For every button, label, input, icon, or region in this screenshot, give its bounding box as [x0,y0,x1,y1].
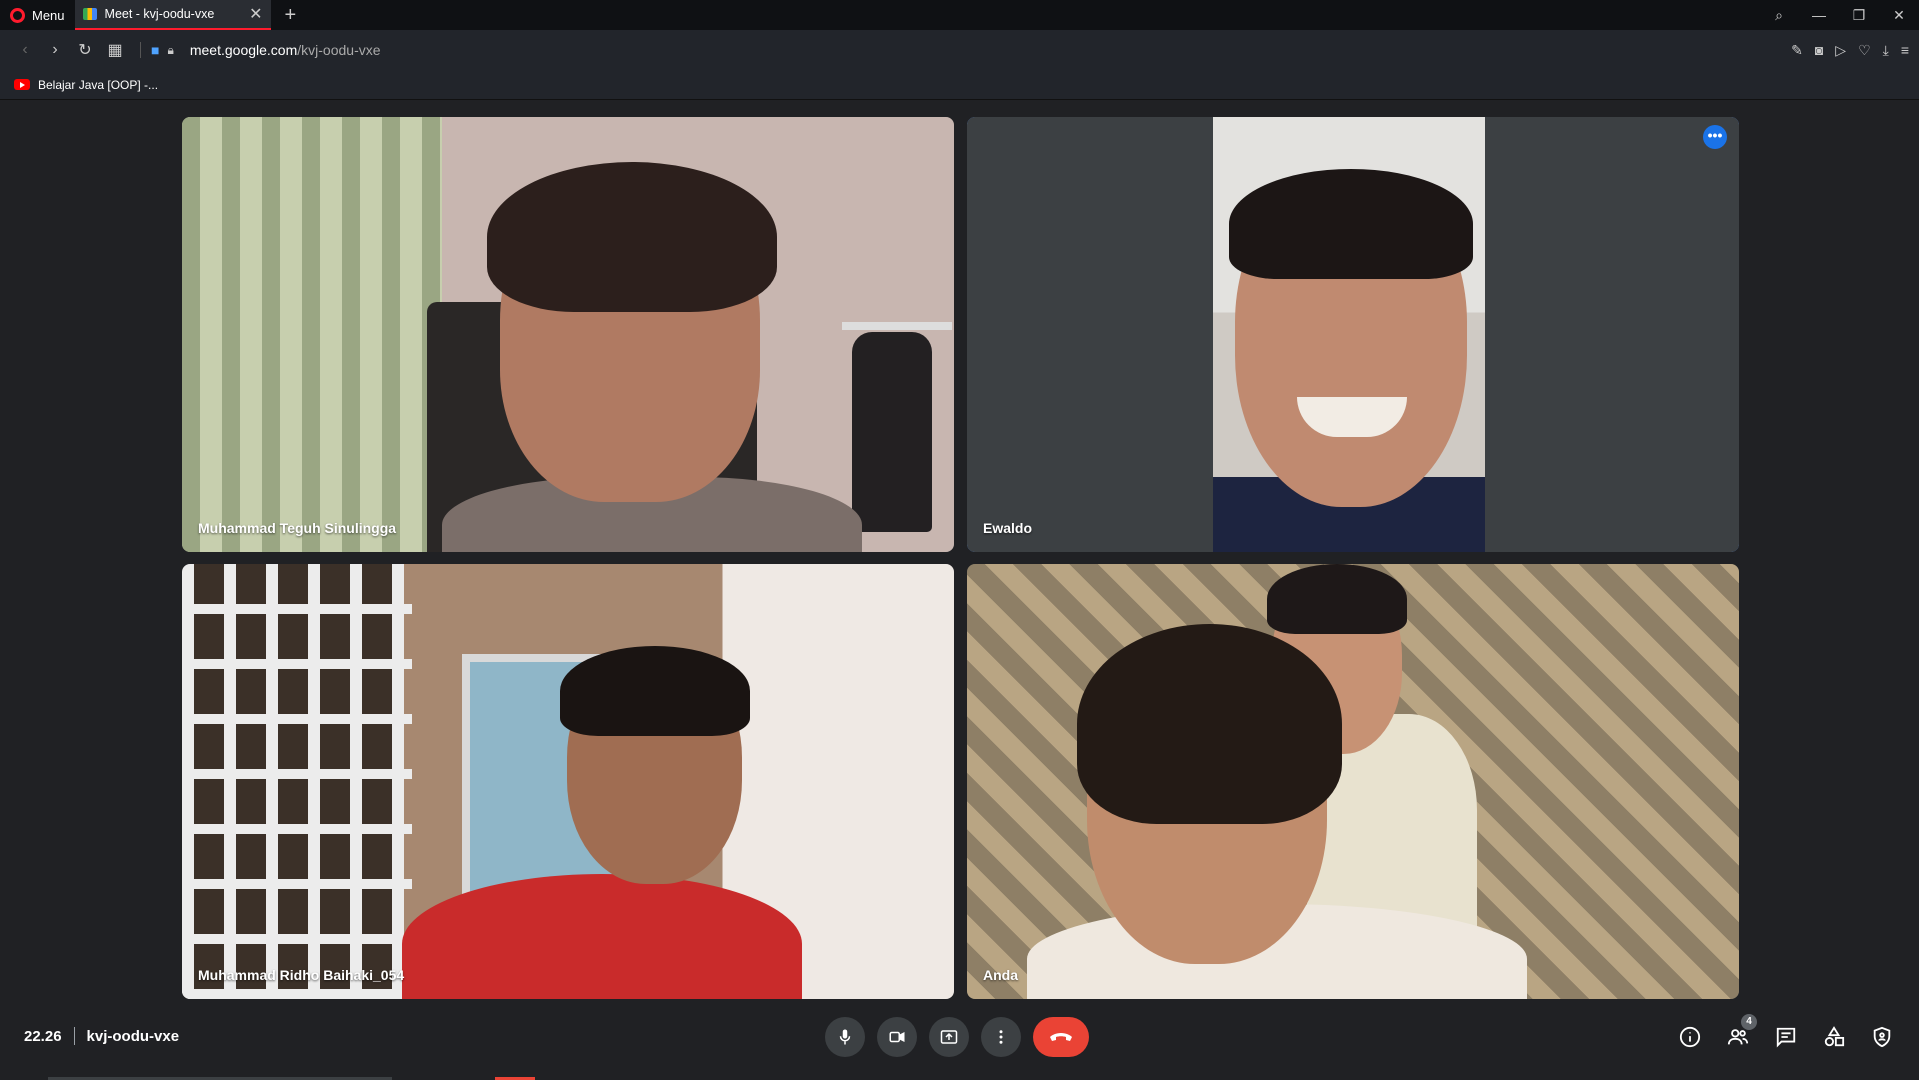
forward-icon[interactable]: › [40,41,70,59]
participant-name: Anda [983,967,1018,983]
browser-tab-bar: Menu Meet - kvj-oodu-vxe ✕ + ⌕ — ❐ ✕ [0,0,1919,30]
participant-tile-self[interactable]: Anda [967,564,1739,999]
url-field[interactable]: meet.google.com/kvj-oodu-vxe [190,42,381,58]
phone-hangup-icon [1050,1033,1072,1041]
edit-icon[interactable]: ✎ [1791,42,1803,59]
browser-menu-label: Menu [32,7,65,23]
heart-icon[interactable]: ♡ [1858,42,1871,59]
meeting-control-bar: 22.26 kvj-oodu-vxe 4 [0,1010,1919,1080]
camera-button[interactable] [877,1017,917,1057]
divider [73,1027,75,1045]
chat-icon [1776,1027,1796,1048]
address-bar: ‹ › ↻ ▦ ■ 🔒︎ meet.google.com/kvj-oodu-vx… [0,30,1919,70]
video-feed [967,117,1739,552]
more-options-button[interactable] [981,1017,1021,1057]
leave-call-button[interactable] [1033,1017,1089,1057]
address-bar-actions: ✎ ◙ ▷ ♡ ⤓ ≡ [1791,30,1909,70]
lock-icon[interactable]: 🔒︎ [167,43,173,58]
browser-menu-button[interactable]: Menu [0,0,75,30]
reload-icon[interactable]: ↻ [70,40,100,60]
url-path: /kvj-oodu-vxe [297,42,381,58]
participant-tile[interactable]: Muhammad Ridho Baihaki_054 [182,564,954,999]
send-icon[interactable]: ▷ [1835,42,1846,59]
video-feed [182,117,954,552]
more-vert-icon [999,1030,1003,1044]
host-controls-button[interactable] [1869,1024,1895,1050]
opera-logo-icon [10,7,25,23]
easy-setup-icon[interactable]: ≡ [1901,42,1909,58]
video-feed [967,564,1739,999]
snapshot-icon[interactable]: ◙ [1815,42,1823,58]
back-icon[interactable]: ‹ [10,41,40,59]
youtube-icon [14,79,30,90]
bookmarks-bar: Belajar Java [OOP] -... [0,70,1919,100]
separator [140,42,141,58]
meeting-info: 22.26 kvj-oodu-vxe [24,1027,179,1045]
minimize-icon[interactable]: — [1799,7,1839,23]
side-panel-controls: 4 [1677,1014,1895,1050]
meeting-details-button[interactable] [1677,1024,1703,1050]
call-controls [825,1017,1089,1057]
mic-button[interactable] [825,1017,865,1057]
activities-button[interactable] [1821,1024,1847,1050]
download-icon[interactable]: ⤓ [1883,42,1889,59]
url-host: meet.google.com [189,42,298,58]
browser-tab-meet[interactable]: Meet - kvj-oodu-vxe ✕ [74,0,271,30]
participant-name: Ewaldo [983,520,1033,536]
meeting-code: kvj-oodu-vxe [86,1027,180,1045]
mic-icon [839,1029,851,1045]
people-button[interactable]: 4 [1725,1014,1757,1050]
tab-title: Meet - kvj-oodu-vxe [104,7,215,21]
close-window-icon[interactable]: ✕ [1879,7,1919,24]
camera-icon [889,1031,905,1043]
participant-name: Muhammad Ridho Baihaki_054 [198,967,405,983]
participant-name: Muhammad Teguh Sinulingga [198,520,397,536]
tabs-grid-icon[interactable]: ▦ [100,40,130,60]
participant-count-badge: 4 [1741,1014,1757,1030]
meet-favicon-icon [82,8,97,20]
video-feed [182,564,954,999]
window-controls: ⌕ — ❐ ✕ [1759,0,1919,30]
participant-tile[interactable]: Muhammad Teguh Sinulingga [182,117,954,552]
shield-icon [1873,1026,1891,1048]
new-tab-icon[interactable]: + [285,4,297,27]
restore-icon[interactable]: ❐ [1839,7,1879,24]
bookmark-item[interactable]: Belajar Java [OOP] -... [38,78,158,92]
activities-icon [1824,1026,1845,1047]
present-button[interactable] [929,1017,969,1057]
close-tab-icon[interactable]: ✕ [249,4,262,24]
search-icon[interactable]: ⌕ [1759,7,1799,24]
info-icon [1679,1026,1701,1048]
chat-button[interactable] [1773,1024,1799,1050]
present-icon [940,1030,958,1044]
meeting-time: 22.26 [24,1027,62,1045]
more-options-icon[interactable]: ••• [1703,125,1727,149]
participant-tile-active[interactable]: ••• Ewaldo [967,117,1739,552]
camera-in-use-icon[interactable]: ■ [151,42,159,58]
